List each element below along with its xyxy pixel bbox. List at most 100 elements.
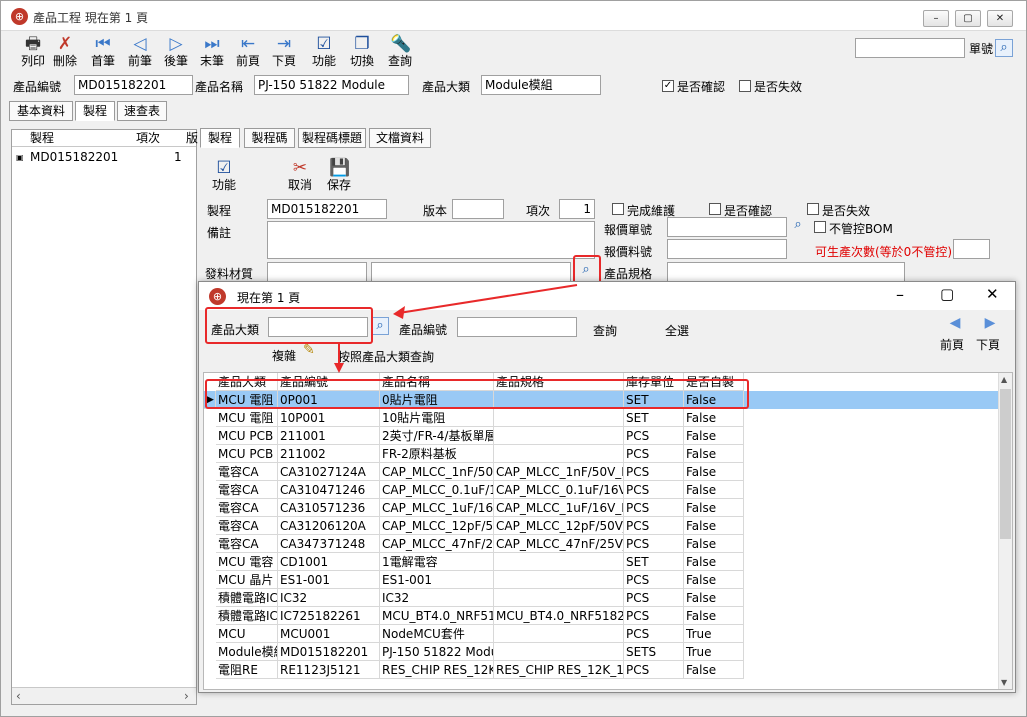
table-cell[interactable]: 10貼片電阻 [380, 409, 494, 427]
table-cell[interactable] [494, 445, 624, 463]
scroll-down-icon[interactable]: ▼ [1001, 678, 1007, 687]
dialog-close-button[interactable]: ✕ [986, 285, 999, 303]
table-cell[interactable]: 電容CA [216, 463, 278, 481]
tab-basic-info[interactable]: 基本資料 [9, 101, 73, 121]
quote-number-field[interactable] [667, 217, 787, 237]
table-cell[interactable]: MCU PCB [216, 427, 278, 445]
dialog-maximize-button[interactable]: ▢ [940, 285, 954, 303]
table-cell[interactable]: ES1-001 [380, 571, 494, 589]
copy-label[interactable]: 複雜 [272, 347, 296, 364]
toolbar-query-button[interactable]: 🔦 查詢 [382, 32, 418, 72]
dialog-next-page-button[interactable]: 下頁 [976, 336, 1000, 353]
table-cell[interactable]: FR-2原料基板 [380, 445, 494, 463]
table-cell[interactable] [494, 427, 624, 445]
process-save-button[interactable]: 💾 保存 [321, 156, 357, 196]
table-cell[interactable]: False [684, 427, 744, 445]
table-cell[interactable]: False [684, 589, 744, 607]
dialog-select-all-button[interactable]: 全選 [665, 322, 689, 339]
subtab-process[interactable]: 製程 [200, 128, 240, 148]
table-cell[interactable] [494, 643, 624, 661]
process-function-button[interactable]: ☑ 功能 [206, 156, 242, 196]
table-cell[interactable]: False [684, 499, 744, 517]
table-cell[interactable]: PCS [624, 427, 684, 445]
table-cell[interactable]: 電容CA [216, 517, 278, 535]
product-code-field[interactable]: MD015182201 [74, 75, 193, 95]
scrollbar-thumb[interactable] [1000, 389, 1011, 539]
table-cell[interactable]: 積體電路IC [216, 607, 278, 625]
toolbar-switch-button[interactable]: ❐ 切換 [344, 32, 380, 72]
form-invalid-checkbox[interactable] [807, 203, 819, 215]
table-row[interactable]: MCU 電阻 10P001 10貼片電阻 SET False [204, 409, 998, 427]
table-cell[interactable]: CAP_MLCC_1nF/50V_K_ [494, 463, 624, 481]
table-cell[interactable]: 2英寸/FR-4/基板單層 [380, 427, 494, 445]
table-cell[interactable]: MCU_BT4.0_NRF51822_I [494, 607, 624, 625]
table-cell[interactable]: PCS [624, 481, 684, 499]
product-lookup-grid[interactable]: 產品大類 產品編號 產品名稱 產品規格 庫存單位 是否自製 ▶ MCU 電阻 0P001 0貼片… [203, 372, 1013, 690]
close-button[interactable]: ✕ [987, 10, 1013, 27]
table-cell[interactable]: CAP_MLCC_0.1uF/16V_K [494, 481, 624, 499]
version-field[interactable] [452, 199, 504, 219]
table-cell[interactable] [494, 571, 624, 589]
by-category-query-label[interactable]: 按照產品大類查詢 [338, 348, 434, 365]
table-row[interactable]: 電容CACA31027124ACAP_MLCC_1nF/50V_CAP_MLCC… [204, 463, 998, 481]
form-confirmed-checkbox[interactable] [709, 203, 721, 215]
product-category-field[interactable]: Module模組 [481, 75, 601, 95]
table-cell[interactable]: PCS [624, 445, 684, 463]
table-cell[interactable]: 電容CA [216, 481, 278, 499]
scroll-up-icon[interactable]: ▲ [1001, 375, 1007, 384]
table-cell[interactable]: RE1123J5121 [278, 661, 380, 679]
table-cell[interactable]: CA31027124A [278, 463, 380, 481]
toolbar-next-record-button[interactable]: ▷ 後筆 [158, 32, 194, 72]
list-item-code[interactable]: MD015182201 [30, 149, 118, 166]
table-row[interactable]: Module模組MD015182201PJ-150 51822 Module SE… [204, 643, 998, 661]
table-cell[interactable]: PCS [624, 589, 684, 607]
table-cell[interactable]: 211002 [278, 445, 380, 463]
table-cell[interactable]: False [684, 517, 744, 535]
table-cell[interactable]: False [684, 661, 744, 679]
table-cell[interactable]: IC32 [380, 589, 494, 607]
spec-field[interactable] [667, 262, 905, 282]
table-cell[interactable]: False [684, 553, 744, 571]
table-cell[interactable]: SET [624, 409, 684, 427]
table-cell[interactable]: 電阻RE [216, 661, 278, 679]
table-cell[interactable]: PCS [624, 499, 684, 517]
table-row[interactable]: 積體電路IC IC32 IC32 PCS False [204, 589, 998, 607]
table-cell[interactable]: RES_CHIP RES_12K_ [380, 661, 494, 679]
toolbar-delete-button[interactable]: ✗ 刪除 [47, 32, 83, 72]
prev-page-icon[interactable]: ◀ [946, 315, 964, 331]
table-cell[interactable]: MCU001 [278, 625, 380, 643]
table-cell[interactable]: False [684, 481, 744, 499]
table-cell[interactable]: RES_CHIP RES_12K_1% [494, 661, 624, 679]
search-icon[interactable]: ⌕ [995, 39, 1013, 57]
table-cell[interactable]: PCS [624, 661, 684, 679]
table-row[interactable]: MCU 晶片 ES1-001 ES1-001 PCS False [204, 571, 998, 589]
category-search-icon[interactable]: ⌕ [371, 317, 389, 335]
dialog-prev-page-button[interactable]: 前頁 [940, 336, 964, 353]
table-cell[interactable]: PCS [624, 625, 684, 643]
table-row[interactable]: 電容CACA31206120ACAP_MLCC_12pF/50V.CAP_MLC… [204, 517, 998, 535]
quote-lookup-icon[interactable]: ⌕ [789, 217, 807, 235]
maximize-button[interactable]: ▢ [955, 10, 981, 27]
table-cell[interactable]: True [684, 625, 744, 643]
table-cell[interactable] [494, 625, 624, 643]
table-cell[interactable]: PCS [624, 571, 684, 589]
table-cell[interactable]: PCS [624, 607, 684, 625]
table-cell[interactable]: ES1-001 [278, 571, 380, 589]
dialog-code-field[interactable] [457, 317, 577, 337]
process-cancel-button[interactable]: ✂ 取消 [282, 156, 318, 196]
toolbar-first-record-button[interactable]: ⏮ 首筆 [85, 32, 121, 72]
table-cell[interactable]: CA310571236 [278, 499, 380, 517]
item-field[interactable]: 1 [559, 199, 595, 219]
toolbar-next-page-button[interactable]: ⇥ 下頁 [266, 32, 302, 72]
toolbar-function-button[interactable]: ☑ 功能 [306, 32, 342, 72]
table-cell[interactable]: MCU_BT4.0_NRF5182 [380, 607, 494, 625]
table-cell[interactable]: False [684, 463, 744, 481]
table-cell[interactable] [494, 589, 624, 607]
table-cell[interactable]: False [684, 445, 744, 463]
table-cell[interactable]: MCU PCB [216, 445, 278, 463]
table-row[interactable]: 電容CACA310471246CAP_MLCC_0.1uF/16VCAP_MLC… [204, 481, 998, 499]
vertical-scrollbar[interactable]: ▲ ▼ [998, 373, 1012, 689]
subtab-process-code[interactable]: 製程碼 [244, 128, 295, 148]
table-row[interactable]: MCU PCB 211002 FR-2原料基板 PCS False [204, 445, 998, 463]
table-cell[interactable]: CD1001 [278, 553, 380, 571]
